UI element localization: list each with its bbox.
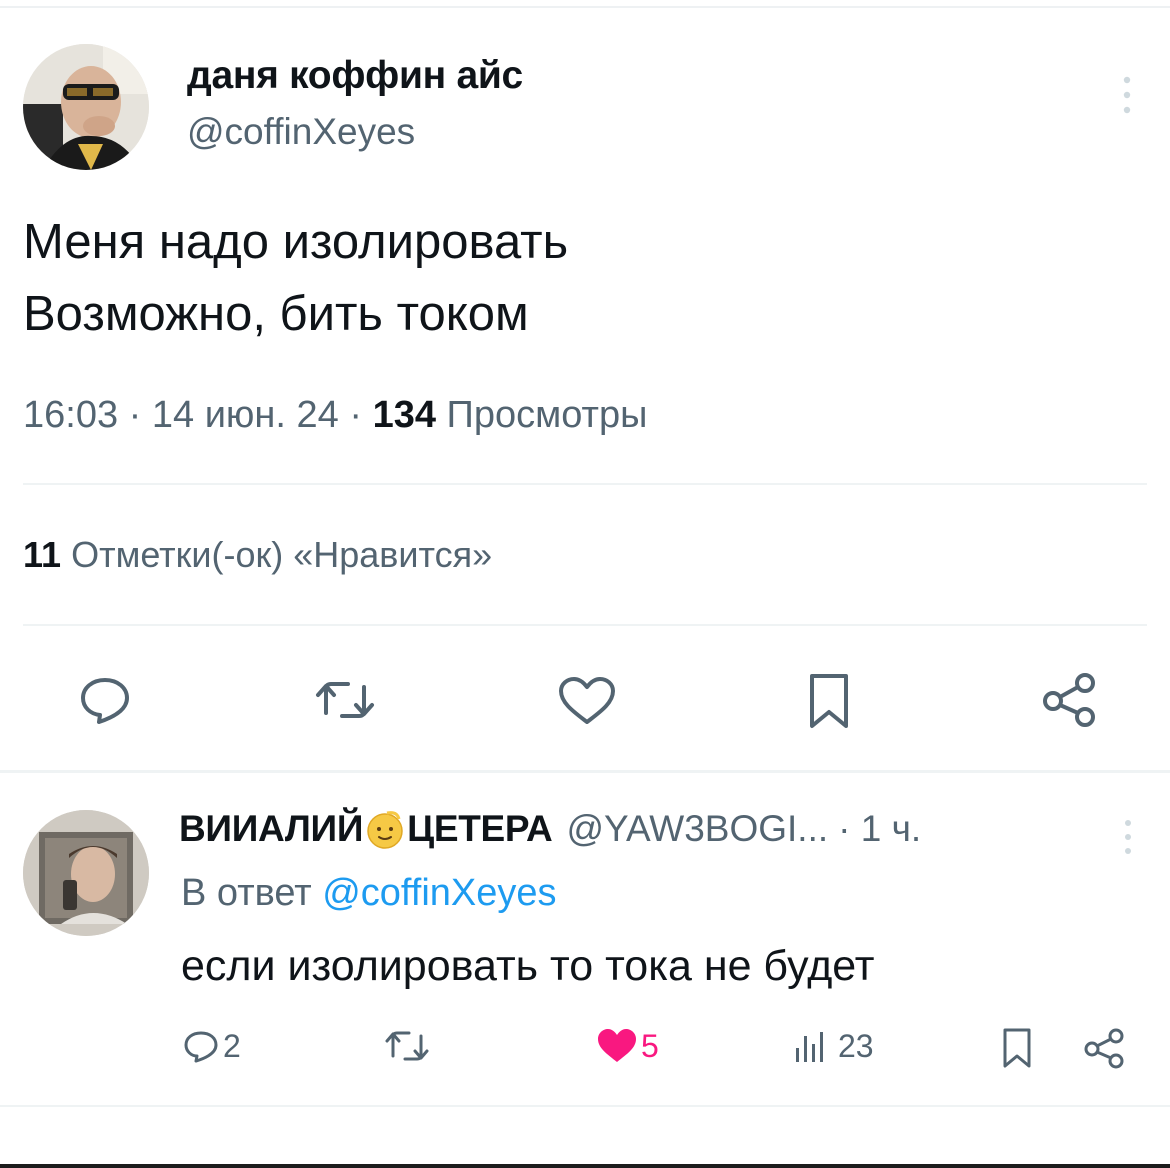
reply-button[interactable] [78, 672, 132, 726]
reply-author-name-part1[interactable]: ВИИАЛИЙ [179, 808, 363, 850]
reply-replies-count: 2 [223, 1027, 241, 1064]
reply-to-line: В ответ @coffinXeyes [181, 872, 557, 915]
share-icon [1043, 673, 1095, 727]
likes-label: Отметки(-ок) «Нравится» [71, 534, 493, 575]
tweet-detail-page: даня коффин айс @coffinXeyes Меня надо и… [0, 0, 1170, 1168]
reply-share-button[interactable] [1083, 1026, 1127, 1070]
likes-summary[interactable]: 11 Отметки(-ок) «Нравится» [23, 534, 492, 576]
reply-retweet-button[interactable] [384, 1026, 430, 1066]
like-button[interactable] [556, 674, 618, 728]
likes-count: 11 [23, 534, 62, 575]
reply-like-button[interactable]: 5 [595, 1026, 659, 1066]
reply-icon [81, 678, 129, 724]
tweet-date[interactable]: 14 июн. 24 [152, 394, 339, 436]
tweet-text: Меня надо изолировать Возможно, бить ток… [23, 206, 568, 350]
reply-author-handle[interactable]: @YAW3BOGI... [566, 808, 828, 850]
meta-separator: · [128, 394, 152, 436]
more-vertical-icon[interactable] [1112, 70, 1142, 120]
section-separator [0, 770, 1170, 773]
author-avatar[interactable] [23, 44, 149, 170]
reply-text: если изолировать то тока не будет [181, 942, 875, 990]
reply-views-count: 23 [838, 1027, 874, 1064]
meta-separator: · [349, 394, 373, 436]
reply-views-button[interactable]: 23 [792, 1026, 874, 1066]
reply-to-label: В ответ [181, 872, 312, 914]
retweet-button[interactable] [314, 675, 376, 725]
divider [23, 483, 1147, 485]
divider [23, 624, 1147, 626]
bottom-edge-bar [0, 1164, 1170, 1168]
retweet-icon [385, 1031, 429, 1061]
reply-icon [184, 1031, 218, 1063]
reply-reply-button[interactable]: 2 [181, 1026, 241, 1066]
reply-header: ВИИАЛИЙ ЦЕТЕРА @YAW3BOGI... · 1 ч. [179, 808, 921, 850]
user-avatar-photo [23, 44, 149, 170]
views-chart-icon [796, 1032, 823, 1062]
bookmark-button[interactable] [806, 672, 852, 730]
share-icon [1084, 1028, 1124, 1069]
top-divider [0, 6, 1170, 8]
bookmark-icon [810, 674, 848, 728]
section-separator [0, 1105, 1170, 1107]
tweet-text-line: Возможно, бить током [23, 287, 529, 341]
reply-likes-count: 5 [641, 1027, 659, 1064]
user-avatar-photo [23, 810, 149, 936]
more-vertical-icon[interactable] [1113, 815, 1143, 859]
share-button[interactable] [1041, 670, 1101, 730]
author-handle[interactable]: @coffinXeyes [187, 111, 415, 153]
emoji-face-icon [365, 809, 405, 849]
reply-to-mention[interactable]: @coffinXeyes [322, 872, 556, 914]
views-count: 134 [372, 394, 436, 436]
like-icon [559, 677, 615, 724]
bookmark-icon [1003, 1028, 1031, 1068]
reply-author-name-part2[interactable]: ЦЕТЕРА [407, 808, 553, 850]
views-label: Просмотры [446, 394, 648, 436]
reply-author-avatar[interactable] [23, 810, 149, 936]
tweet-time[interactable]: 16:03 [23, 394, 118, 436]
tweet-meta: 16:03 · 14 июн. 24 · 134 Просмотры [23, 394, 647, 437]
author-name[interactable]: даня коффин айс [187, 54, 523, 98]
retweet-icon [316, 682, 374, 718]
reply-bookmark-button[interactable] [1000, 1026, 1034, 1070]
reply-time[interactable]: · 1 ч. [838, 808, 921, 850]
like-filled-icon [598, 1029, 636, 1062]
tweet-text-line: Меня надо изолировать [23, 215, 569, 269]
